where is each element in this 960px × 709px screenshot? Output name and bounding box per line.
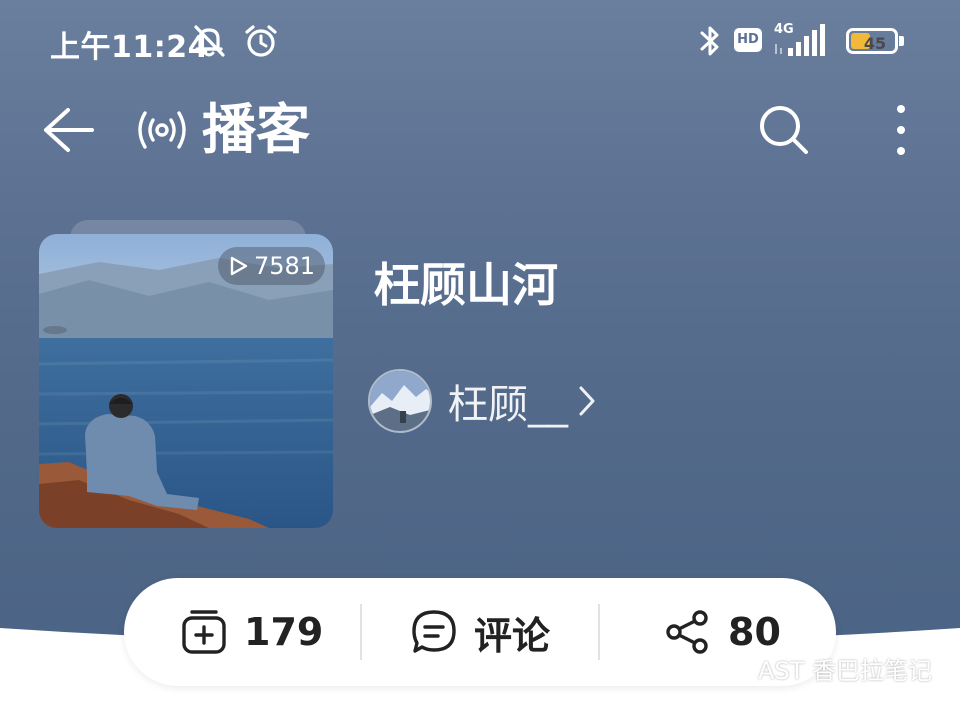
- author-link[interactable]: 枉顾__: [368, 368, 598, 434]
- comment-label: 评论: [474, 613, 551, 658]
- page-title: 播客: [202, 98, 310, 161]
- watermark: AST 香巴拉笔记: [712, 648, 932, 688]
- subscribe-button[interactable]: 179: [180, 578, 323, 686]
- battery-level-text: 45: [863, 34, 887, 53]
- chevron-right-icon: [579, 386, 595, 416]
- alarm-icon: [245, 25, 277, 57]
- share-icon: [666, 610, 708, 654]
- watermark-text: AST 香巴拉笔记: [758, 656, 932, 685]
- signal-icon: 4G: [774, 22, 834, 58]
- more-icon[interactable]: [888, 102, 914, 158]
- status-time: 上午11:24: [50, 30, 209, 65]
- divider: [598, 604, 600, 660]
- bell-off-icon: [194, 25, 225, 57]
- play-count-badge: 7581: [218, 247, 326, 285]
- divider: [360, 604, 362, 660]
- search-icon[interactable]: [756, 102, 812, 158]
- podcast-title: 枉顾山河: [374, 258, 558, 312]
- status-bar: 上午11:24 HD 4G 45: [0, 0, 960, 80]
- battery-icon: 45: [846, 28, 904, 54]
- subscribe-count: 179: [244, 610, 324, 654]
- play-icon: [230, 256, 248, 276]
- comment-icon: [412, 610, 456, 653]
- comment-button[interactable]: 评论: [410, 578, 550, 686]
- back-arrow-icon[interactable]: [40, 104, 96, 156]
- author-avatar[interactable]: [368, 369, 432, 433]
- bluetooth-icon: [700, 26, 719, 56]
- play-count: 7581: [254, 252, 316, 280]
- wechat-icon: [712, 652, 750, 682]
- author-name[interactable]: 枉顾__: [448, 372, 568, 430]
- hd-badge: HD: [734, 28, 762, 52]
- add-subscribe-icon: [182, 610, 226, 654]
- podcast-icon: [138, 111, 186, 149]
